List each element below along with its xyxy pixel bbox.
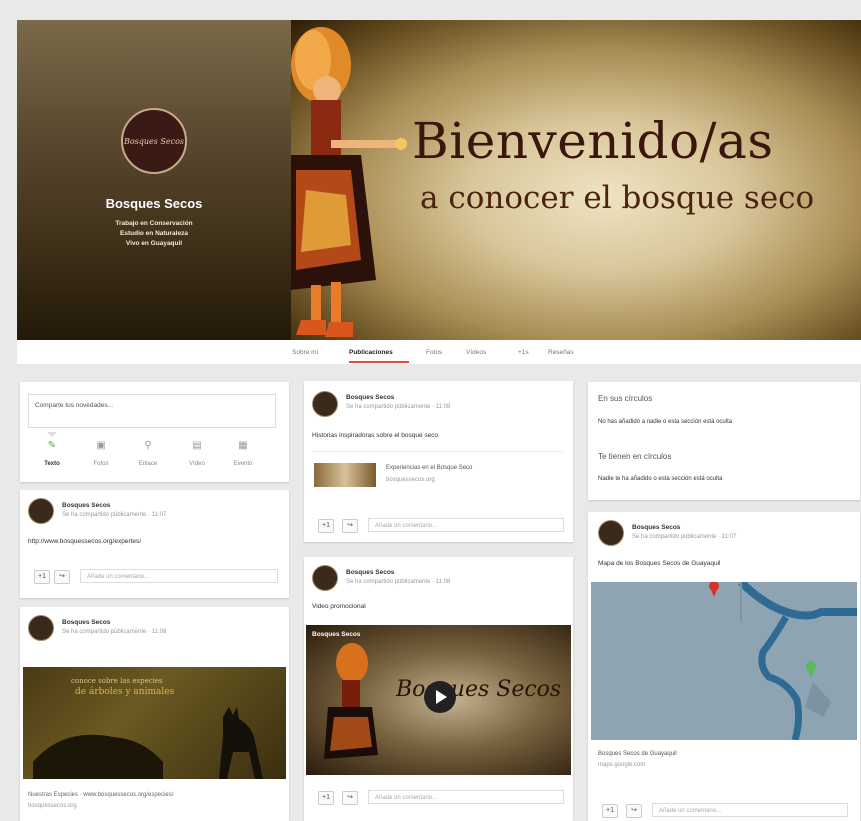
post-card: Bosques Secos Se ha compartido públicame…	[20, 607, 289, 821]
share-button[interactable]: ↪	[342, 791, 358, 805]
share-input[interactable]: Comparte tus novedades...	[28, 394, 276, 428]
video-icon[interactable]: ▤	[182, 440, 212, 451]
comment-input[interactable]: Añade un comentario...	[368, 790, 564, 804]
image-subtitle: de árboles y animales	[75, 687, 175, 697]
post-meta: Se ha compartido públicamente · 11:07	[62, 512, 167, 518]
tab-videos[interactable]: Vídeos	[466, 349, 486, 356]
post-text[interactable]: http://www.bosquessecos.org/expertes/	[28, 538, 141, 545]
share-box: Comparte tus novedades... ✎ ▣ ⚲ ▤ ▦ Text…	[20, 382, 289, 482]
in-circles-title[interactable]: En sus círculos	[598, 394, 652, 403]
post-text: Historias inspiradoras sobre el bosque s…	[312, 432, 439, 439]
plus-one-button[interactable]: +1	[602, 804, 618, 818]
image-caption[interactable]: Nuestras Especies · www.bosquessecos.org…	[28, 792, 173, 798]
banner-title: Bienvenido/as	[412, 112, 774, 170]
profile-panel: Bosques Secos Bosques Secos Trabajo en C…	[17, 20, 291, 340]
comment-input[interactable]: Añade un comentario...	[368, 518, 564, 532]
plus-one-button[interactable]: +1	[318, 791, 334, 805]
share-text-label[interactable]: Texto	[32, 461, 72, 467]
avatar[interactable]	[28, 615, 54, 641]
map-embed[interactable]	[591, 582, 857, 740]
post-text: Video promocional	[312, 603, 366, 610]
comment-input[interactable]: Añade un comentario...	[80, 569, 278, 583]
caption-url[interactable]: bosquessecos.org	[28, 803, 77, 809]
tab-posts[interactable]: Publicaciones	[349, 349, 393, 356]
post-card: Bosques Secos Se ha compartido públicame…	[588, 512, 860, 821]
circles-card: En sus círculos No has añadido a nadie o…	[588, 382, 860, 500]
pencil-icon[interactable]: ✎	[37, 440, 67, 451]
link-title[interactable]: Experiencias en el Bosque Seco	[386, 465, 472, 471]
logo-text: Bosques Secos	[123, 136, 185, 146]
share-button[interactable]: ↪	[54, 570, 70, 584]
cover-photo: Bosques Secos Bosques Secos Trabajo en C…	[17, 20, 861, 340]
video-title: Bosques Secos	[396, 677, 562, 702]
post-author[interactable]: Bosques Secos	[62, 619, 110, 626]
play-icon[interactable]	[424, 681, 456, 713]
share-event-label[interactable]: Evento	[223, 461, 263, 467]
post-author[interactable]: Bosques Secos	[346, 394, 394, 401]
post-text: Mapa de los Bosques Secos de Guayaquil	[598, 560, 721, 567]
post-author[interactable]: Bosques Secos	[346, 569, 394, 576]
tagline-study: Estudio en Naturaleza	[120, 230, 188, 237]
avatar[interactable]	[312, 391, 338, 417]
girl-illustration	[291, 27, 407, 337]
post-image[interactable]: conoce sobre las especies de árboles y a…	[23, 667, 286, 779]
have-you-text: Nadie te ha añadido o esta sección está …	[598, 476, 723, 482]
image-title: conoce sobre las especies	[71, 677, 163, 685]
tab-reviews[interactable]: Reseñas	[548, 349, 574, 356]
post-author[interactable]: Bosques Secos	[62, 502, 110, 509]
share-photos-label[interactable]: Fotos	[81, 461, 121, 467]
plus-one-button[interactable]: +1	[34, 570, 50, 584]
avatar[interactable]	[28, 498, 54, 524]
share-button[interactable]: ↪	[626, 804, 642, 818]
share-link-label[interactable]: Enlace	[128, 461, 168, 467]
tab-plusones[interactable]: +1s	[518, 349, 529, 356]
tagline-live: Vivo en Guayaquil	[125, 240, 183, 247]
avatar[interactable]	[312, 565, 338, 591]
share-video-label[interactable]: Vídeo	[177, 461, 217, 467]
page-name: Bosques Secos	[105, 196, 203, 211]
calendar-icon[interactable]: ▦	[228, 440, 258, 451]
avatar[interactable]	[598, 520, 624, 546]
camera-icon[interactable]: ▣	[86, 440, 116, 451]
tab-photos[interactable]: Fotos	[426, 349, 442, 356]
map-graphic	[709, 582, 857, 740]
post-author[interactable]: Bosques Secos	[632, 524, 680, 531]
share-input-pointer	[47, 432, 57, 437]
tagline-work: Trabajo en Conservación	[115, 220, 193, 227]
video-player[interactable]: Bosques Secos Bosques Secos	[306, 625, 571, 775]
video-label: Bosques Secos	[312, 631, 361, 638]
post-meta: Se ha compartido públicamente · 11:07	[632, 534, 737, 540]
profile-logo[interactable]: Bosques Secos	[121, 108, 187, 174]
post-meta: Se ha compartido públicamente · 11:08	[346, 404, 451, 410]
share-button[interactable]: ↪	[342, 519, 358, 533]
have-you-title[interactable]: Te tienen en círculos	[598, 452, 671, 461]
link-icon[interactable]: ⚲	[133, 440, 163, 451]
in-circles-text: No has añadido a nadie o esta sección es…	[598, 419, 733, 425]
post-card: Bosques Secos Se ha compartido públicame…	[20, 490, 289, 598]
tab-about[interactable]: Sobre mí	[292, 349, 318, 356]
link-thumbnail[interactable]	[314, 463, 376, 487]
post-meta: Se ha compartido públicamente · 11:08	[346, 579, 451, 585]
post-card: Bosques Secos Se ha compartido públicame…	[304, 557, 573, 821]
banner-subtitle: a conocer el bosque seco	[420, 180, 815, 216]
active-tab-indicator	[349, 361, 409, 363]
divider	[312, 451, 564, 452]
post-card: Bosques Secos Se ha compartido públicame…	[304, 381, 573, 542]
map-title[interactable]: Bosques Secos de Guayaquil	[598, 751, 677, 757]
map-url[interactable]: maps.google.com	[598, 762, 645, 768]
plus-one-button[interactable]: +1	[318, 519, 334, 533]
post-meta: Se ha compartido públicamente · 11:08	[62, 629, 167, 635]
comment-input[interactable]: Añade un comentario...	[652, 803, 848, 817]
link-url[interactable]: bosquessecos.org	[386, 477, 435, 483]
